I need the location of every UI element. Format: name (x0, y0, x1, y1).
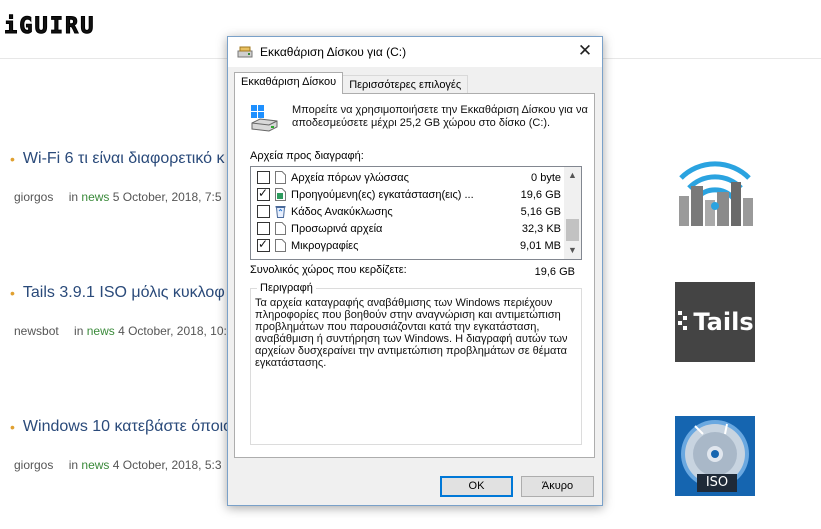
bullet-icon: • (10, 285, 15, 301)
article-date: 5 October, 2018, 7:5 (112, 190, 222, 204)
file-size: 0 byte (531, 171, 561, 184)
drive-icon (251, 105, 278, 132)
file-name: Κάδος Ανακύκλωσης (291, 205, 393, 218)
article-category[interactable]: news (81, 190, 109, 204)
list-item[interactable]: Προσωρινά αρχεία 32,3 KB (251, 220, 564, 237)
site-logo[interactable]: iGUIRU (3, 14, 95, 40)
list-item[interactable]: Προηγούμενη(ες) εγκατάσταση(εις) ... 19,… (251, 186, 564, 203)
disk-cleanup-icon (237, 46, 253, 58)
iso-label: ISO (697, 474, 737, 492)
description-group: Περιγραφή Τα αρχεία καταγραφής αναβάθμισ… (250, 282, 582, 445)
article-date: 4 October, 2018, 10: (118, 324, 227, 338)
description-label: Περιγραφή (257, 282, 316, 294)
dialog-titlebar[interactable]: Εκκαθάριση Δίσκου για (C:) ✕ (228, 37, 602, 67)
tab-panel: Μπορείτε να χρησιμοποιήσετε την Εκκαθάρι… (234, 93, 595, 458)
article-item: • Windows 10 κατεβάστε όποιο giorgos in … (10, 418, 240, 472)
file-name: Αρχεία πόρων γλώσσας (291, 171, 409, 184)
cancel-button[interactable]: Άκυρο (521, 476, 594, 497)
file-checkbox[interactable] (257, 205, 270, 218)
tails-logo-text: Tails (693, 308, 754, 336)
scroll-up-icon[interactable]: ▲ (564, 167, 581, 184)
article-author[interactable]: newsbot (14, 324, 59, 338)
dialog-tabs: Εκκαθάριση Δίσκου Περισσότερες επιλογές (234, 72, 469, 95)
scrollbar-thumb[interactable] (566, 219, 579, 241)
file-size: 9,01 MB (520, 239, 561, 252)
article-title[interactable]: Windows 10 κατεβάστε όποιο (23, 418, 232, 436)
article-category[interactable]: news (81, 458, 109, 472)
file-size: 5,16 GB (520, 205, 561, 218)
description-text: Τα αρχεία καταγραφής αναβάθμισης των Win… (255, 297, 568, 369)
file-icon (275, 239, 286, 252)
article-category-prefix: in (68, 458, 79, 472)
bullet-icon: • (10, 419, 15, 435)
list-item[interactable]: Κάδος Ανακύκλωσης 5,16 GB (251, 203, 564, 220)
article-category[interactable]: news (87, 324, 115, 338)
file-icon (275, 171, 286, 184)
bullet-icon: • (10, 151, 15, 167)
intro-text: Μπορείτε να χρησιμοποιήσετε την Εκκαθάρι… (292, 104, 588, 129)
list-item[interactable]: Αρχεία πόρων γλώσσας 0 byte (251, 169, 564, 186)
file-name: Μικρογραφίες (291, 239, 359, 252)
tails-logo-icon (678, 311, 688, 330)
file-checkbox[interactable] (257, 171, 270, 184)
total-space-value: 19,6 GB (534, 266, 575, 278)
article-title[interactable]: Wi-Fi 6 τι είναι διαφορετικό κ (23, 150, 225, 168)
article-category-prefix: in (68, 190, 79, 204)
file-size: 19,6 GB (520, 188, 561, 201)
file-checkbox[interactable] (257, 186, 270, 201)
wifi-thumbnail[interactable] (675, 148, 755, 228)
list-item[interactable]: Μικρογραφίες 9,01 MB (251, 237, 564, 254)
ok-button[interactable]: OK (440, 476, 513, 497)
article-date: 4 October, 2018, 5:3 (112, 458, 222, 472)
scroll-down-icon[interactable]: ▼ (564, 242, 581, 259)
list-scrollbar[interactable]: ▲ ▼ (564, 167, 581, 259)
file-checkbox[interactable] (257, 237, 270, 252)
file-icon (275, 222, 286, 235)
article-title[interactable]: Tails 3.9.1 ISO μόλις κυκλοφ (23, 284, 225, 302)
tab-more-options[interactable]: Περισσότερες επιλογές (342, 75, 469, 95)
tab-disk-cleanup[interactable]: Εκκαθάριση Δίσκου (234, 72, 344, 94)
file-name: Προσωρινά αρχεία (291, 222, 383, 235)
total-space-label: Συνολικός χώρος που κερδίζετε: (250, 264, 407, 276)
article-item: • Wi-Fi 6 τι είναι διαφορετικό κ giorgos… (10, 150, 240, 204)
iso-thumbnail[interactable]: ISO (675, 416, 755, 496)
intro-section: Μπορείτε να χρησιμοποιήσετε την Εκκαθάρι… (250, 104, 592, 132)
wifi-city-icon (679, 161, 753, 226)
windows-file-icon (275, 188, 286, 201)
article-category-prefix: in (74, 324, 84, 338)
file-name: Προηγούμενη(ες) εγκατάσταση(εις) ... (291, 188, 474, 201)
file-size: 32,3 KB (521, 222, 561, 235)
files-list[interactable]: Αρχεία πόρων γλώσσας 0 byte Προηγούμενη(… (250, 166, 582, 260)
article-author[interactable]: giorgos (14, 190, 53, 204)
article-item: • Tails 3.9.1 ISO μόλις κυκλοφ newsbot i… (10, 284, 240, 338)
file-checkbox[interactable] (257, 222, 270, 235)
dialog-title: Εκκαθάριση Δίσκου για (C:) (260, 45, 407, 59)
tails-thumbnail[interactable]: Tails (675, 282, 755, 362)
disk-cleanup-dialog: Εκκαθάριση Δίσκου για (C:) ✕ Εκκαθάριση … (227, 36, 603, 506)
close-icon[interactable]: ✕ (577, 42, 593, 59)
files-to-delete-label: Αρχεία προς διαγραφή: (250, 150, 364, 162)
article-author[interactable]: giorgos (14, 458, 53, 472)
recycle-bin-icon (275, 206, 286, 218)
